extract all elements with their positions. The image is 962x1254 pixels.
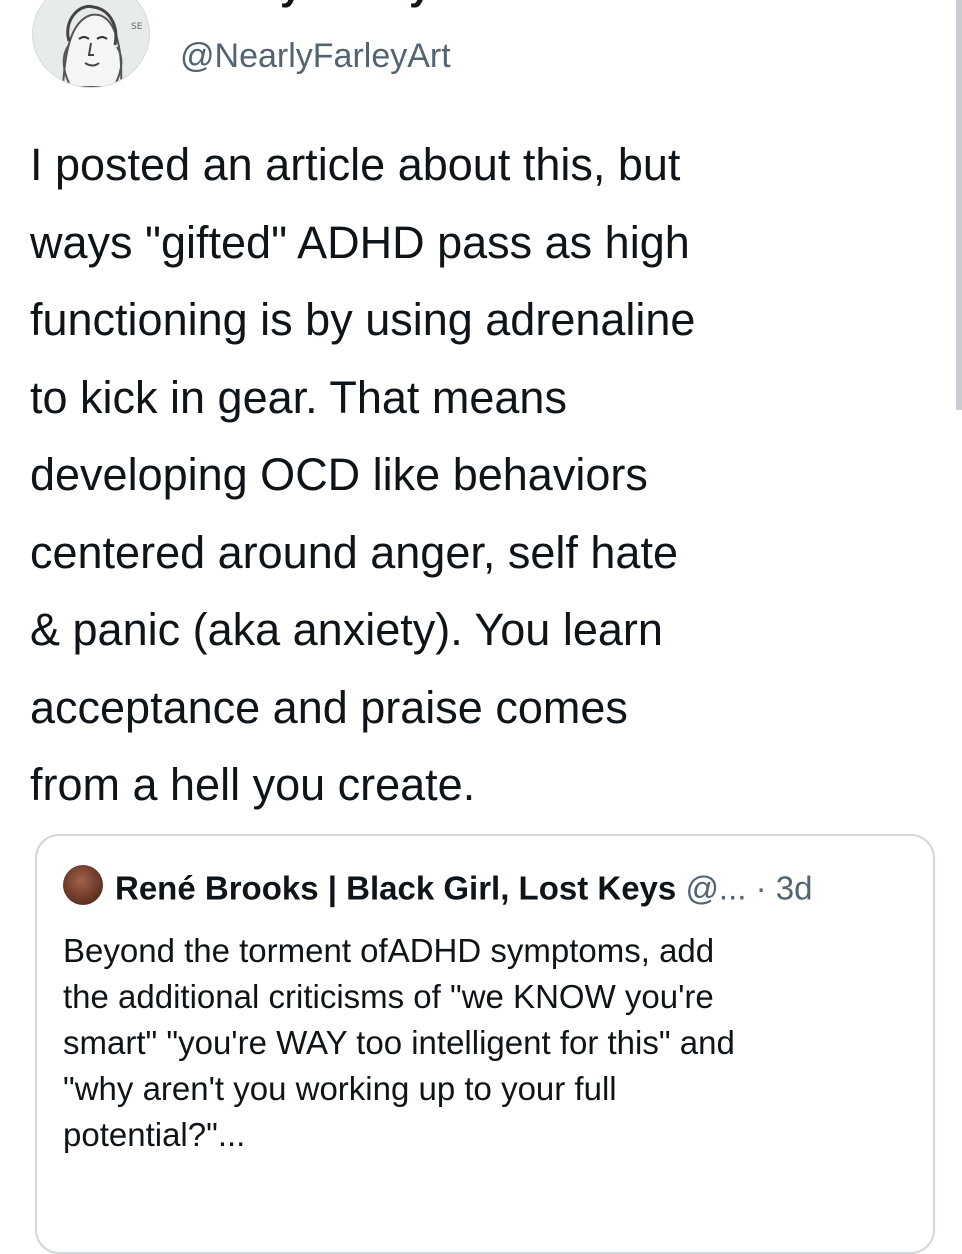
- quoted-tweet-text: Beyond the torment ofADHD symptoms, add …: [63, 928, 913, 1158]
- quoted-author-name[interactable]: René Brooks | Black Girl, Lost Keys: [115, 869, 676, 906]
- quoted-author-handle[interactable]: @...: [685, 869, 746, 906]
- avatar[interactable]: SE: [32, 0, 150, 88]
- avatar-sketch-image: SE: [33, 0, 149, 87]
- quoted-tweet-header: René Brooks | Black Girl, Lost Keys @...…: [63, 866, 813, 906]
- display-name[interactable]: Nearly Farley: [180, 0, 577, 16]
- tweet-header: SE Nearly Farley @NearlyFarleyArt: [30, 0, 930, 90]
- name-emoji-group: [437, 0, 577, 6]
- display-name-text: Nearly Farley: [180, 0, 431, 8]
- user-handle[interactable]: @NearlyFarleyArt: [180, 36, 451, 76]
- quoted-tweet-card[interactable]: René Brooks | Black Girl, Lost Keys @...…: [35, 834, 935, 1254]
- svg-text:SE: SE: [131, 22, 143, 32]
- quoted-author-avatar[interactable]: [63, 865, 103, 905]
- scrollbar[interactable]: [956, 0, 962, 410]
- quoted-timestamp[interactable]: 3d: [776, 869, 813, 906]
- quoted-separator: ·: [756, 869, 767, 906]
- tweet-screenshot: { "tweet": { "display_name": "Nearly Far…: [0, 0, 962, 1200]
- tweet-text: I posted an article about this, but ways…: [30, 126, 940, 824]
